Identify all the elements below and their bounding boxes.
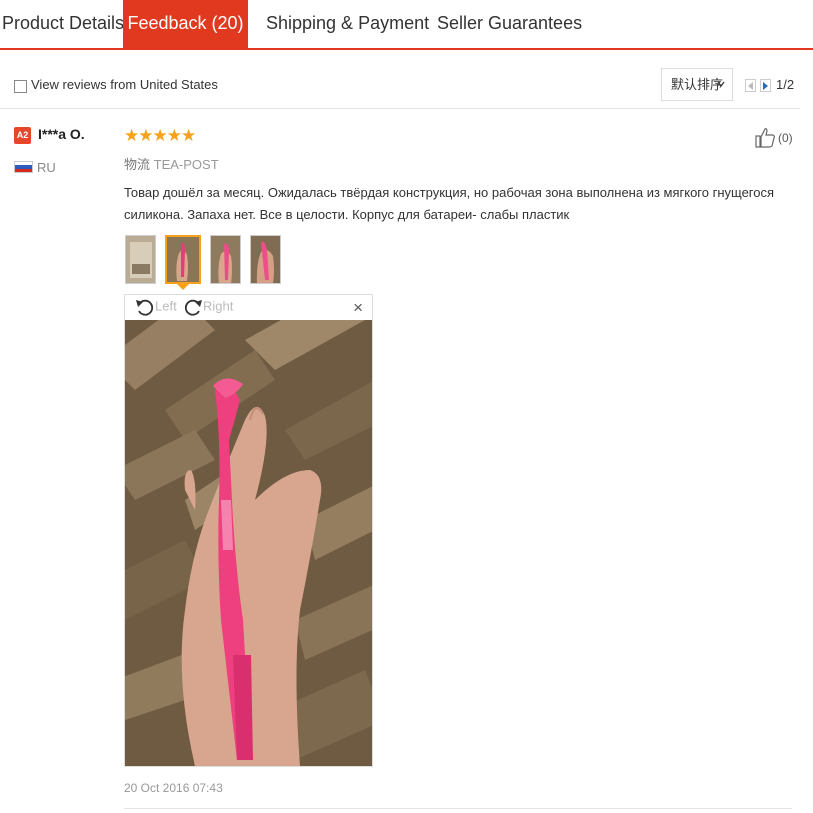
- star-icons: ★★★★★: [124, 126, 196, 145]
- thumbnail-pointer: [177, 284, 189, 290]
- prev-page-button[interactable]: [745, 79, 756, 92]
- rotate-left-button[interactable]: Left: [135, 298, 177, 316]
- country-filter-label[interactable]: View reviews from United States: [31, 77, 218, 92]
- country-filter-checkbox[interactable]: [14, 80, 27, 93]
- review-divider: [124, 808, 792, 809]
- chevron-down-icon: [717, 69, 725, 113]
- tab-shipping-payment[interactable]: Shipping & Payment: [266, 0, 429, 48]
- shipping-info: 物流 TEA-POST: [124, 154, 219, 173]
- review-text: Товар дошёл за месяц. Ожидалась твёрдая …: [124, 185, 775, 222]
- next-page-button[interactable]: [760, 79, 771, 92]
- image-viewer: Left Right ×: [124, 294, 373, 767]
- review-thumbnail[interactable]: [125, 235, 156, 284]
- shipping-method: TEA-POST: [153, 157, 219, 172]
- buyer-level-badge: A2: [14, 127, 31, 144]
- review-thumbnail[interactable]: [210, 235, 241, 284]
- russia-flag-icon: [14, 161, 33, 173]
- review-date: 20 Oct 2016 07:43: [124, 781, 223, 795]
- helpful-count: (0): [778, 131, 793, 145]
- tab-bar: Product Details Feedback (20) Shipping &…: [0, 0, 813, 50]
- star-rating: ★★★★★: [124, 126, 196, 146]
- review-thumbnail-selected[interactable]: [165, 235, 201, 284]
- tab-feedback[interactable]: Feedback (20): [123, 0, 248, 48]
- shipping-label: 物流: [124, 157, 151, 172]
- review-photo: [125, 320, 372, 766]
- chevron-right-icon: [763, 82, 768, 90]
- image-viewer-toolbar: Left Right ×: [125, 295, 372, 320]
- rotate-left-icon: [136, 299, 154, 316]
- review-filter-bar: View reviews from United States 默认排序 1/2: [0, 62, 800, 109]
- review-thumbnail[interactable]: [250, 235, 281, 284]
- page-indicator: 1/2: [776, 77, 795, 92]
- rotate-right-icon: [184, 299, 202, 316]
- chevron-left-icon: [748, 82, 753, 90]
- tab-seller-guarantees[interactable]: Seller Guarantees: [437, 0, 582, 48]
- sort-label: 默认排序: [671, 77, 724, 92]
- reviewer-name: I***a O.: [38, 126, 85, 142]
- tab-product-details[interactable]: Product Details: [2, 0, 124, 48]
- thumbs-up-icon: [755, 128, 775, 148]
- helpful-button[interactable]: [755, 127, 776, 154]
- reviewer-country: RU: [37, 160, 56, 175]
- close-icon[interactable]: ×: [353, 298, 363, 318]
- rotate-right-button[interactable]: Right: [183, 298, 233, 316]
- rotate-left-label: Left: [155, 298, 177, 314]
- rotate-right-label: Right: [203, 298, 234, 314]
- sort-dropdown[interactable]: 默认排序: [661, 68, 733, 101]
